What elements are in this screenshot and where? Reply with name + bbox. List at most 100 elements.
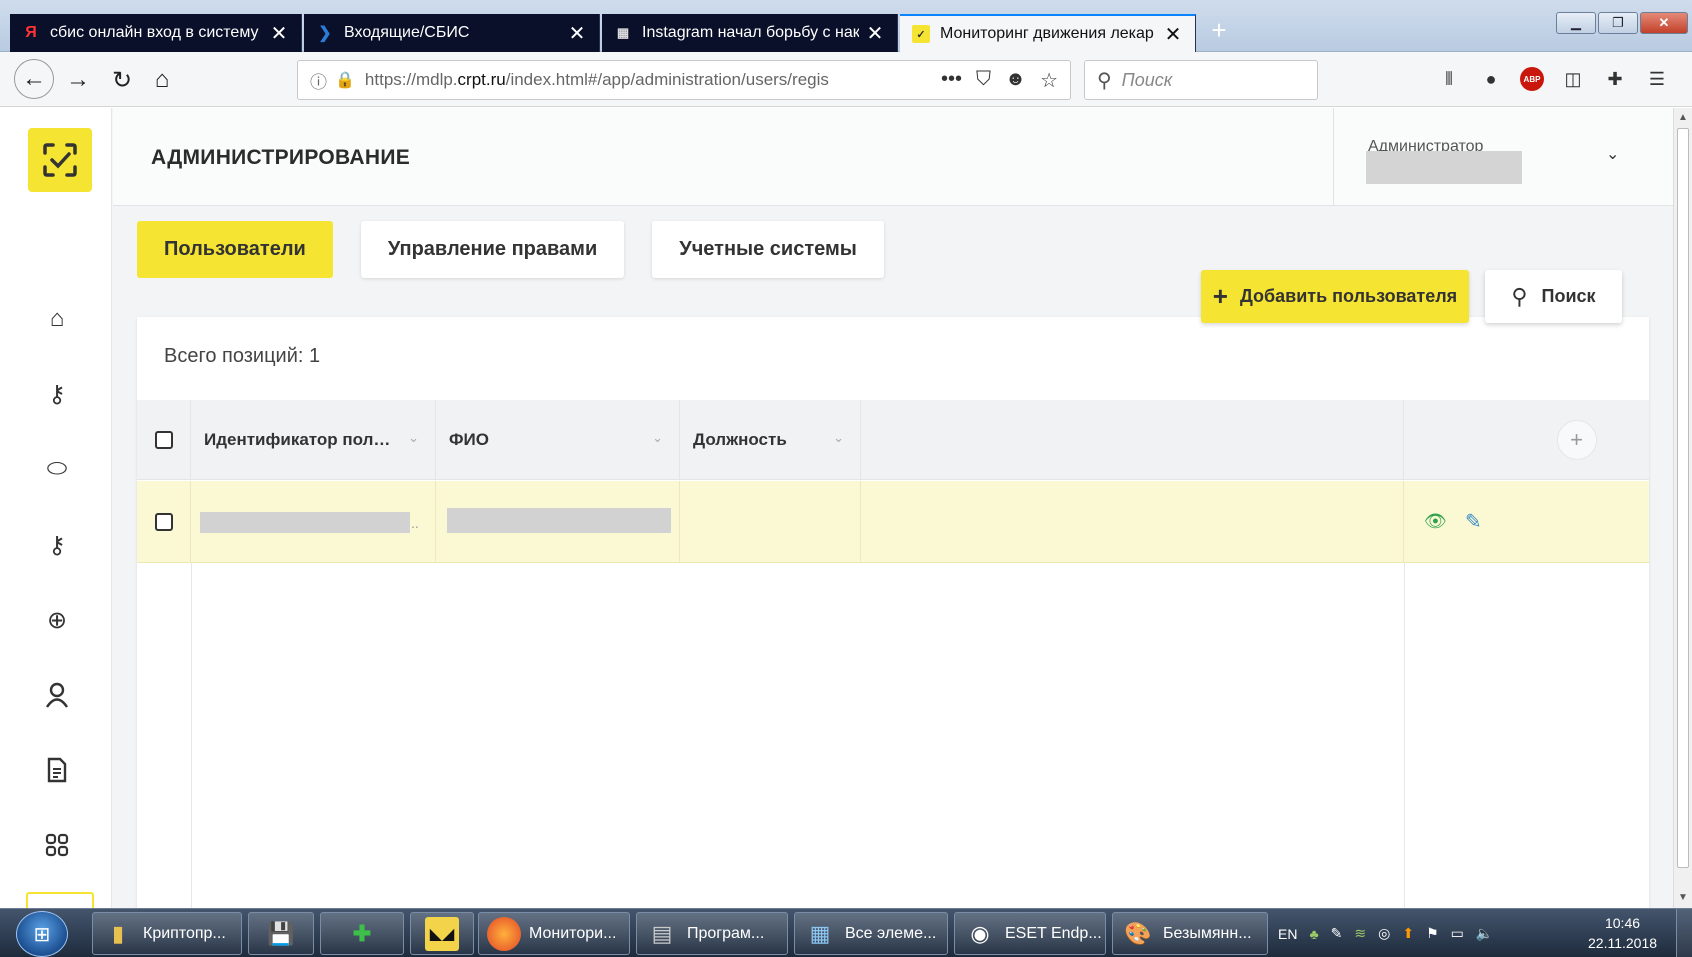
close-tab-icon[interactable]: ✕ [269,21,289,46]
chevron-down-icon[interactable]: ⌄ [833,430,844,446]
tray-network-icon[interactable]: ≋ [1354,925,1366,942]
tab-accounting-systems[interactable]: Учетные системы [652,221,884,278]
taskbar-item[interactable]: ▦ Все элеме... [794,912,948,955]
taskbar-item[interactable]: 🎨 Безымянн... [1112,912,1268,955]
select-all-checkbox[interactable] [154,430,173,449]
firefox-icon [487,916,521,951]
column-label: Должность [693,429,787,449]
taskbar-item[interactable]: ▤ Програм... [636,912,788,955]
tray-volume-icon[interactable]: 🔈 [1476,925,1493,942]
system-clock[interactable]: 10:46 22.11.2018 [1588,913,1657,953]
show-desktop-button[interactable] [1676,909,1692,957]
scrollbar-thumb[interactable] [1677,128,1689,868]
info-icon[interactable]: ⓘ [310,68,327,93]
ellipsis-text: .. [411,515,419,531]
page-actions-icon[interactable]: ••• [941,68,962,93]
pocket-icon[interactable]: ⛉ [976,68,991,93]
browser-search-field[interactable]: ⚲ Поиск [1084,60,1318,100]
search-button[interactable]: ⚲ Поиск [1485,270,1622,323]
tray-monitor-icon[interactable]: ▭ [1451,925,1464,942]
grid-icon[interactable] [40,828,74,862]
clock-date: 22.11.2018 [1588,935,1658,951]
scroll-up-icon[interactable]: ▲ [1678,112,1688,123]
users-table-card: Всего позиций: 1 Идентификатор польз... … [137,270,1649,908]
menu-icon[interactable]: ☰ [1644,64,1670,94]
home-button[interactable]: ⌂ [146,64,178,96]
addon-icon[interactable]: ✚ [1602,64,1628,94]
sidebar-icon[interactable]: ◫ [1560,64,1586,94]
taskbar-item[interactable]: ◉ ESET Endp... [954,912,1106,955]
chevron-down-icon[interactable]: ⌄ [408,430,419,446]
table-row[interactable]: .. 👁 ✎ [137,481,1649,563]
browser-tab[interactable]: Я сбис онлайн вход в систему – ✕ [10,14,302,52]
redacted-full-name [447,508,671,533]
tray-flag-icon[interactable]: ⚑ [1426,925,1439,942]
admin-tabs: Пользователи Управление правами Учетные … [137,221,884,278]
column-header[interactable]: Идентификатор польз... ⌄ [191,400,436,479]
view-eye-icon[interactable]: 👁 [1424,511,1447,532]
chevron-down-icon[interactable]: ⌄ [652,430,663,446]
tray-app-icon[interactable]: ✎ [1331,925,1343,942]
add-user-button[interactable]: + Добавить пользователя [1201,270,1469,323]
scroll-down-icon[interactable]: ▼ [1678,892,1688,903]
column-header[interactable]: Должность ⌄ [680,400,861,479]
paint-icon: 🎨 [1124,920,1152,946]
close-tab-icon[interactable]: ✕ [567,21,587,46]
add-column-button[interactable]: + [1556,419,1597,460]
back-button[interactable]: ← [14,59,54,99]
tab-rights-management[interactable]: Управление правами [360,221,625,278]
sidebar-active-item[interactable] [26,892,94,908]
library-icon[interactable]: ⫴ [1436,64,1462,94]
bat-icon: ◣◢ [425,916,459,951]
edit-pencil-icon[interactable]: ✎ [1465,509,1482,534]
document-icon[interactable] [40,753,74,787]
row-checkbox[interactable] [154,512,173,531]
close-tab-icon[interactable]: ✕ [1163,22,1183,47]
search-placeholder: Поиск [1121,69,1173,90]
taskbar-item[interactable]: ◣◢ [410,912,474,955]
taskbar-item-active[interactable]: Монитори... [478,912,630,955]
column-header[interactable]: ФИО ⌄ [436,400,680,479]
reload-button[interactable]: ↻ [106,64,138,96]
tab-users[interactable]: Пользователи [137,221,333,278]
browser-tab-active[interactable]: ✓ Мониторинг движения лекар ✕ [900,14,1196,52]
start-button[interactable]: ⊞ [16,911,68,957]
taskbar-item[interactable]: ✚ [320,912,404,955]
page-scrollbar[interactable]: ▲ ▼ [1673,108,1692,908]
mdlp-icon: ✓ [912,25,930,43]
close-window-button[interactable]: ✕ [1640,12,1688,34]
programs-icon: ▤ [651,920,673,946]
adblock-icon[interactable]: ABP [1520,67,1544,91]
home-icon[interactable]: ⌂ [40,302,74,336]
browser-tab[interactable]: ▦ Instagram начал борьбу с нак ✕ [602,14,898,52]
minimize-button[interactable]: ▁ [1556,12,1596,34]
close-tab-icon[interactable]: ✕ [865,21,885,46]
forward-button[interactable]: → [62,64,94,96]
tray-eset-icon[interactable]: ◎ [1378,925,1390,942]
extension-icon[interactable]: ☻ [1005,68,1026,93]
new-tab-button[interactable]: + [1205,16,1233,46]
tray-update-icon[interactable]: ⬆ [1402,925,1414,942]
browser-tab[interactable]: ❯ Входящие/СБИС ✕ [304,14,600,52]
lock-icon: 🔒 [335,72,355,89]
user-menu[interactable]: Администратор ⌄ [1333,108,1673,206]
logo[interactable] [28,128,92,192]
pills-alt-icon[interactable]: ⚷ [40,528,74,562]
search-icon: ⚲ [1097,69,1112,92]
tray-shield-icon[interactable]: ♣ [1309,926,1318,942]
pill-icon[interactable]: ⬭ [40,452,74,486]
control-panel-icon: ▦ [809,920,831,946]
bookmark-star-icon[interactable]: ☆ [1040,68,1058,93]
pills-icon[interactable]: ⚷ [40,377,74,411]
empty-cell [861,481,1404,562]
taskbar-item[interactable]: ▮ Криптопр... [92,912,242,955]
restore-button[interactable]: ❐ [1598,12,1638,34]
taskbar-item-label: Програм... [687,924,765,942]
language-indicator[interactable]: EN [1278,926,1297,942]
user-icon[interactable] [40,678,74,712]
record-icon[interactable]: ● [1478,64,1504,94]
address-bar[interactable]: ⓘ 🔒 https://mdlp.crpt.ru/index.html#/app… [297,60,1071,100]
chevron-down-icon[interactable]: ⌄ [1606,144,1619,164]
taskbar-item[interactable]: 💾 [248,912,314,955]
globe-icon[interactable]: ⊕ [40,603,74,637]
